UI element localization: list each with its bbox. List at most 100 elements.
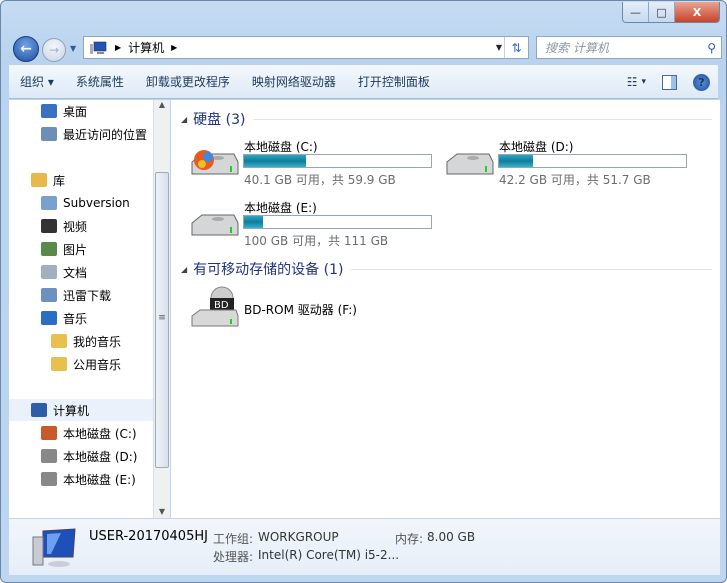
refresh-button[interactable]: ⇅ (504, 37, 528, 58)
drive-name: 本地磁盘 (D:) (499, 140, 574, 154)
sidebar-item[interactable]: 音乐 (9, 307, 153, 329)
drive-bd-rom[interactable]: BD BD-ROM 驱动器 (F:) (190, 284, 440, 338)
sidebar-item-icon (41, 265, 57, 279)
sidebar-item-icon (41, 104, 57, 118)
memory-label: 内存: (395, 532, 424, 546)
computer-icon (32, 528, 76, 567)
hard-drive-icon (191, 150, 239, 175)
sidebar-item[interactable]: 本地磁盘 (C:) (9, 422, 153, 444)
sidebar-item-icon (41, 311, 57, 325)
sidebar-item-label: 音乐 (63, 311, 88, 326)
search-placeholder: 搜索 计算机 (545, 41, 609, 55)
sidebar-item-icon (31, 173, 47, 187)
drive-name: 本地磁盘 (E:) (244, 201, 317, 215)
sidebar-item[interactable]: 本地磁盘 (D:) (9, 445, 153, 467)
drive-name: BD-ROM 驱动器 (F:) (244, 303, 357, 317)
svg-text:BD: BD (214, 300, 229, 311)
sidebar-item[interactable]: 桌面 (9, 100, 153, 122)
view-dropdown[interactable]: ▾ (641, 77, 646, 87)
preview-pane-icon[interactable] (662, 74, 677, 90)
drive-name: 本地磁盘 (C:) (244, 140, 318, 154)
processor-value: Intel(R) Core(TM) i5-2... (258, 548, 400, 562)
sidebar-item-label: 本地磁盘 (E:) (63, 472, 136, 487)
sidebar-item[interactable]: Subversion (9, 192, 153, 214)
drive-item[interactable]: 本地磁盘 (D:) 42.2 GB 可用，共 51.7 GB (445, 138, 695, 192)
sidebar-item[interactable]: 公用音乐 (9, 353, 153, 375)
sidebar-item-label: 图片 (63, 242, 88, 257)
command-bar: 组织 ▾ 系统属性 卸载或更改程序 映射网络驱动器 打开控制面板 ☷ ▾ ? (9, 65, 718, 99)
computer-name: USER-20170405HJ (89, 529, 208, 544)
sidebar-item-icon (31, 403, 47, 417)
computer-icon (90, 41, 107, 54)
sidebar-item-icon (41, 127, 57, 141)
sidebar-item-icon (41, 219, 57, 233)
memory-value: 8.00 GB (427, 530, 476, 544)
sidebar-item-label: Subversion (63, 196, 130, 210)
breadcrumb-separator[interactable]: ▶ (112, 43, 124, 52)
sidebar-item[interactable]: 图片 (9, 238, 153, 260)
group-title: 硬盘 (3) (193, 112, 246, 128)
drive-usage-bar (498, 154, 687, 168)
search-icon[interactable]: ⚲ (707, 41, 716, 55)
bd-rom-drive-icon: BD (191, 286, 239, 327)
navigation-pane: 桌面 最近访问的位置库 Subversion 视频图片文档 迅雷下载音乐我的音乐公用音乐… (9, 100, 153, 518)
group-header-removable[interactable]: ◢ 有可移动存储的设备 (1) (171, 259, 720, 279)
scroll-up-arrow[interactable]: ▲ (154, 100, 170, 109)
group-header-hard-disks[interactable]: ◢ 硬盘 (3) (171, 109, 720, 129)
collapse-icon[interactable]: ◢ (181, 265, 187, 274)
map-network-drive-button[interactable]: 映射网络驱动器 (241, 73, 347, 90)
content-area: ◢ 硬盘 (3) 本地磁盘 (C:) 40.1 GB 可用，共 59.9 GB 本地… (171, 100, 720, 518)
scroll-down-arrow[interactable]: ▼ (154, 507, 170, 516)
view-options-icon[interactable]: ☷ (627, 75, 638, 89)
help-icon[interactable]: ? (693, 73, 710, 91)
sidebar-item-icon (41, 426, 57, 440)
scrollbar-thumb[interactable]: ≡ (155, 172, 169, 468)
maximize-button[interactable]: □ (649, 2, 675, 22)
sidebar-item-icon (51, 334, 67, 348)
drive-usage-fill (499, 155, 533, 167)
sidebar-item-label: 公用音乐 (73, 357, 122, 372)
sidebar-item[interactable]: 我的音乐 (9, 330, 153, 352)
uninstall-program-button[interactable]: 卸载或更改程序 (135, 73, 241, 90)
close-button[interactable]: X (675, 2, 719, 22)
processor-label: 处理器: (213, 550, 254, 564)
recent-pages-dropdown[interactable]: ▼ (70, 44, 76, 53)
workgroup-label: 工作组: (213, 532, 254, 546)
collapse-icon[interactable]: ◢ (181, 115, 187, 124)
address-dropdown[interactable]: ▼ (496, 43, 502, 52)
sidebar-item-label: 视频 (63, 219, 88, 234)
sidebar-item[interactable]: 视频 (9, 215, 153, 237)
sidebar-item-icon (41, 196, 57, 210)
sidebar-item-label: 计算机 (53, 403, 90, 418)
sidebar-item[interactable]: 库 (9, 169, 153, 191)
divider (253, 118, 712, 120)
sidebar-item-icon (51, 357, 67, 371)
breadcrumb-computer[interactable]: 计算机 (124, 39, 168, 56)
open-control-panel-button[interactable]: 打开控制面板 (347, 73, 441, 90)
sidebar-item[interactable]: 最近访问的位置 (9, 123, 153, 145)
drive-usage-bar (243, 215, 432, 229)
sidebar-item-icon (41, 449, 57, 463)
sidebar-item[interactable]: 计算机 (9, 399, 153, 421)
sidebar-item[interactable]: 文档 (9, 261, 153, 283)
navigation-scrollbar[interactable]: ▲ ≡ ▼ (153, 100, 170, 518)
drive-item[interactable]: 本地磁盘 (C:) 40.1 GB 可用，共 59.9 GB (190, 138, 440, 192)
back-button[interactable]: ← (13, 36, 39, 62)
sidebar-item-label: 库 (53, 173, 66, 188)
breadcrumb-separator[interactable]: ▶ (168, 43, 180, 52)
search-input[interactable]: 搜索 计算机 ⚲ (536, 36, 722, 59)
hard-drive-icon (446, 153, 494, 175)
drive-item[interactable]: 本地磁盘 (E:) 100 GB 可用，共 111 GB (190, 199, 440, 253)
sidebar-item-icon (41, 242, 57, 256)
sidebar-item-label: 我的音乐 (73, 334, 122, 349)
group-title: 有可移动存储的设备 (1) (193, 262, 344, 278)
organize-button[interactable]: 组织 ▾ (9, 73, 65, 90)
minimize-button[interactable]: — (623, 2, 649, 22)
drive-size: 40.1 GB 可用，共 59.9 GB (244, 173, 396, 187)
system-properties-button[interactable]: 系统属性 (65, 73, 135, 90)
forward-button[interactable]: → (42, 38, 66, 62)
address-bar[interactable]: ▶ 计算机 ▶ ▼ ⇅ (83, 36, 529, 59)
sidebar-item[interactable]: 迅雷下载 (9, 284, 153, 306)
sidebar-item-icon (41, 288, 57, 302)
sidebar-item[interactable]: 本地磁盘 (E:) (9, 468, 153, 490)
